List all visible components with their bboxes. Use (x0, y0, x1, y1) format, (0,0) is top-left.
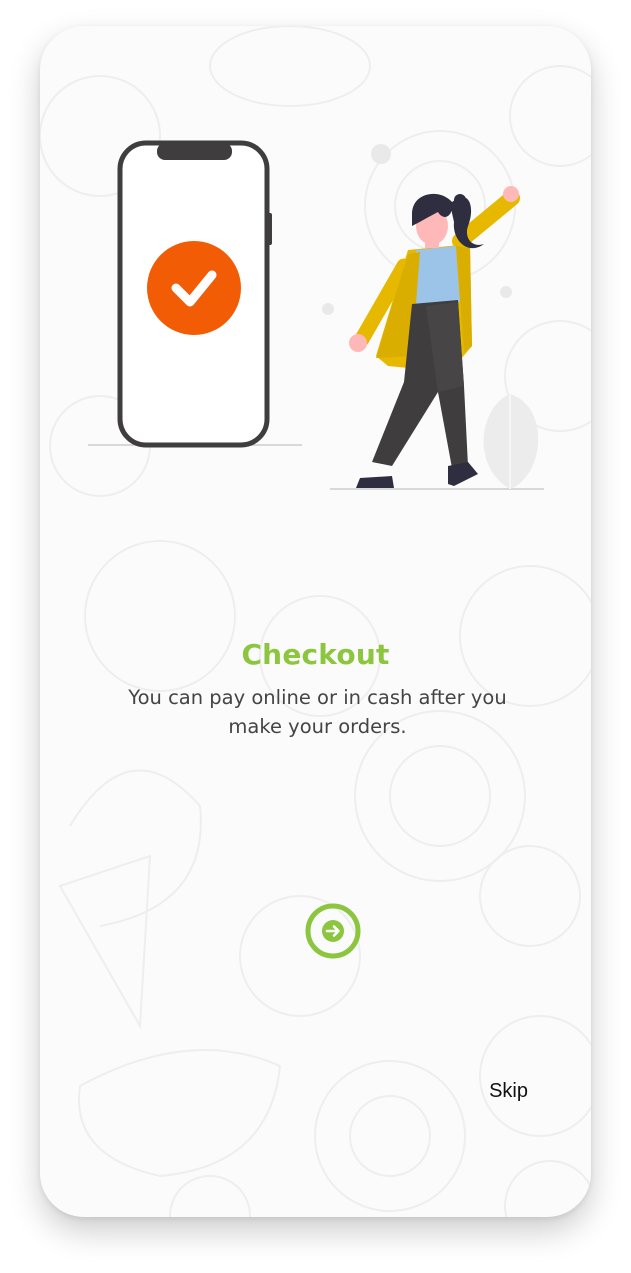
arrow-right-circle-icon (305, 903, 361, 959)
onboarding-title: Checkout (241, 638, 390, 671)
checkmark-badge-icon (147, 241, 241, 335)
onboarding-card: Checkout You can pay online or in cash a… (40, 26, 591, 1217)
checkout-illustration (88, 140, 544, 490)
onboarding-description: You can pay online or in cash after you … (128, 686, 507, 738)
next-button[interactable] (304, 902, 362, 960)
skip-button[interactable]: Skip (489, 1080, 528, 1103)
screen: Checkout You can pay online or in cash a… (0, 0, 631, 1273)
phone-illustration (88, 140, 302, 448)
woman-celebrating-illustration (330, 186, 544, 490)
